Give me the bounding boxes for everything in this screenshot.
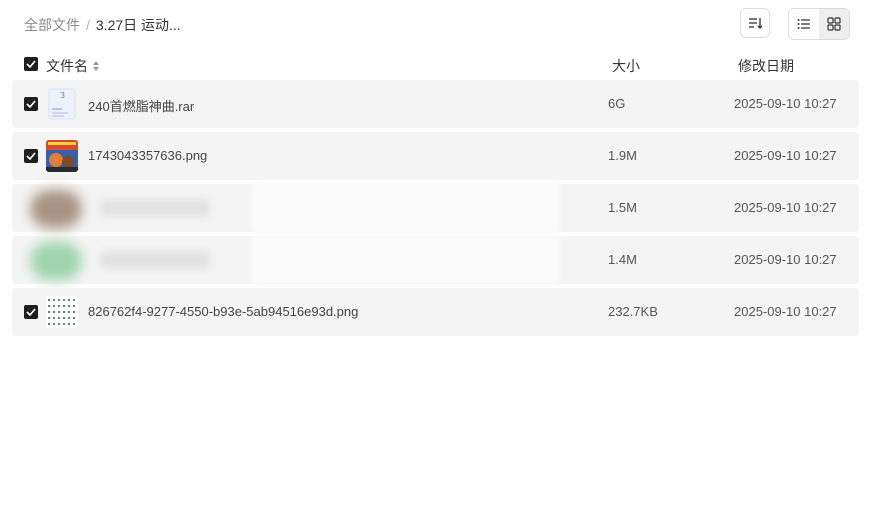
breadcrumb: 全部文件 / 3.27日 运动...: [24, 15, 181, 35]
table-row[interactable]: 826762f4-9277-4550-b93e-5ab94516e93d.png…: [12, 288, 859, 336]
column-header-date[interactable]: 修改日期: [738, 56, 794, 76]
row-checkbox[interactable]: [24, 305, 38, 319]
table-header: 文件名 大小 修改日期: [12, 52, 859, 76]
grid-view-icon: [827, 17, 841, 31]
table-row[interactable]: 1.5M 2025-09-10 10:27: [12, 182, 859, 234]
check-icon: [26, 60, 36, 68]
check-icon: [26, 152, 36, 160]
table-row[interactable]: 1743043357636.png 1.9M 2025-09-10 10:27: [12, 132, 859, 180]
grid-view-button[interactable]: [819, 9, 849, 39]
breadcrumb-separator: /: [86, 17, 90, 33]
column-header-name[interactable]: 文件名: [46, 56, 100, 76]
table-row[interactable]: 3 240首燃脂神曲.rar 6G 2025-09-10 10:27: [12, 80, 859, 128]
file-date: 2025-09-10 10:27: [734, 200, 837, 215]
blurred-content: [12, 234, 859, 286]
top-bar: 全部文件 / 3.27日 运动...: [0, 0, 874, 48]
file-date: 2025-09-10 10:27: [734, 96, 837, 111]
file-date: 2025-09-10 10:27: [734, 252, 837, 267]
file-size: 1.4M: [608, 252, 637, 267]
file-size: 1.5M: [608, 200, 637, 215]
sort-icon: [749, 18, 762, 29]
column-header-size[interactable]: 大小: [612, 56, 640, 76]
list-view-button[interactable]: [789, 9, 819, 39]
image-thumbnail: [46, 140, 78, 172]
svg-text:3: 3: [60, 91, 65, 100]
file-date: 2025-09-10 10:27: [734, 148, 837, 163]
check-icon: [26, 100, 36, 108]
breadcrumb-root[interactable]: 全部文件: [24, 15, 80, 35]
check-icon: [26, 308, 36, 316]
file-date: 2025-09-10 10:27: [734, 304, 837, 319]
file-size: 1.9M: [608, 148, 637, 163]
column-name-label: 文件名: [46, 58, 88, 74]
sort-toggle-icon: [93, 61, 99, 71]
file-name[interactable]: 240首燃脂神曲.rar: [88, 96, 194, 115]
archive-icon: 3: [46, 88, 78, 120]
row-checkbox[interactable]: [24, 97, 38, 111]
image-thumbnail: [46, 296, 78, 328]
table-row[interactable]: 1.4M 2025-09-10 10:27: [12, 234, 859, 286]
row-checkbox[interactable]: [24, 149, 38, 163]
sort-button[interactable]: [740, 8, 770, 38]
file-size: 6G: [608, 96, 626, 111]
view-toggle: [788, 8, 850, 40]
file-size: 232.7KB: [608, 304, 658, 319]
file-name[interactable]: 826762f4-9277-4550-b93e-5ab94516e93d.png: [88, 304, 358, 319]
breadcrumb-current: 3.27日 运动...: [95, 17, 181, 33]
blurred-content: [12, 182, 859, 234]
list-view-icon: [797, 19, 810, 29]
file-name[interactable]: 1743043357636.png: [88, 148, 207, 163]
select-all-checkbox[interactable]: [24, 57, 38, 71]
